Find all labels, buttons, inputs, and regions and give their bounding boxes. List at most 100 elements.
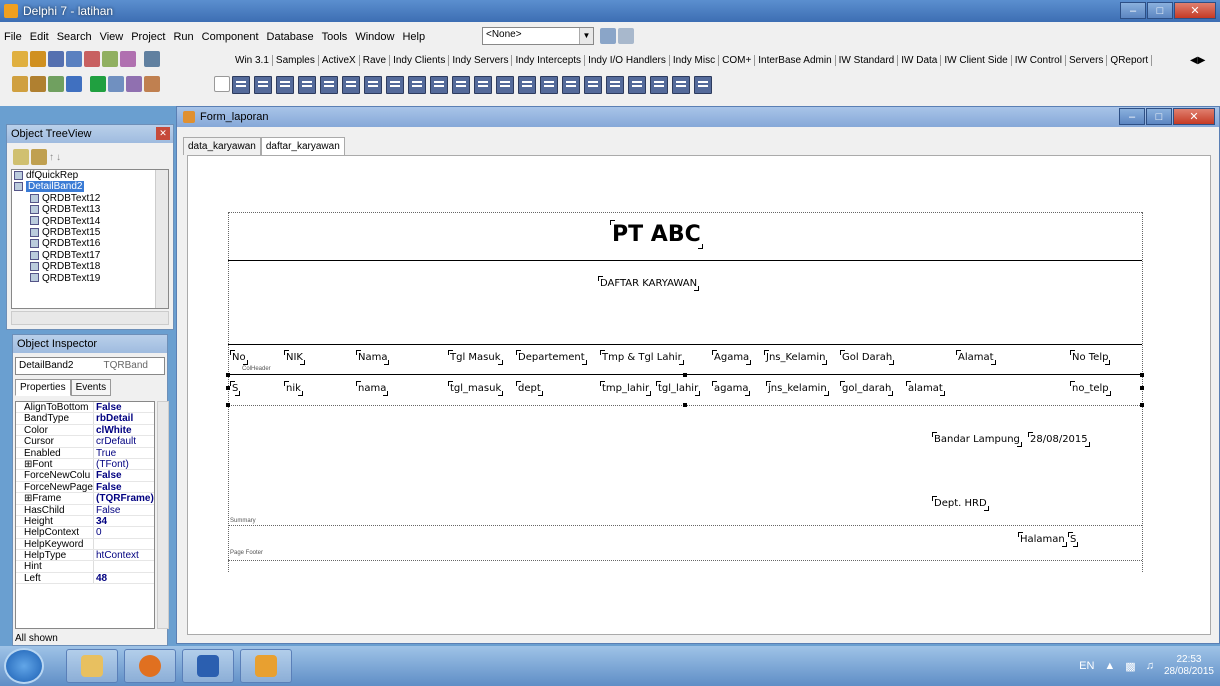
qr-exprmemo-icon[interactable] bbox=[452, 76, 470, 94]
selection-handle[interactable] bbox=[1140, 373, 1144, 377]
property-value[interactable]: 34 bbox=[94, 516, 107, 527]
palette-tab-iw-standard[interactable]: IW Standard bbox=[836, 54, 899, 66]
column-header[interactable]: Jns_Kelamin bbox=[763, 350, 828, 365]
palette-tab-indy-misc[interactable]: Indy Misc bbox=[670, 54, 720, 66]
open-icon[interactable] bbox=[30, 51, 46, 67]
detail-field[interactable]: tgl_masuk bbox=[447, 381, 504, 396]
property-row[interactable]: ⊞Frame (TQRFrame) bbox=[16, 493, 154, 505]
menu-project[interactable]: Project bbox=[127, 31, 169, 43]
qr-textfilter-icon[interactable] bbox=[628, 76, 646, 94]
page-number[interactable]: S bbox=[1067, 532, 1079, 547]
property-value[interactable]: clWhite bbox=[94, 425, 132, 436]
property-value[interactable]: False bbox=[94, 402, 122, 413]
move-up-icon[interactable]: ↑ bbox=[49, 152, 54, 163]
palette-tab-activex[interactable]: ActiveX bbox=[319, 54, 360, 66]
view-unit-icon[interactable] bbox=[12, 76, 28, 92]
qr-csvfilter-icon[interactable] bbox=[650, 76, 668, 94]
tree-node[interactable]: DetailBand2 bbox=[12, 181, 168, 193]
delete-item-icon[interactable] bbox=[31, 149, 47, 165]
taskbar-explorer[interactable] bbox=[66, 649, 118, 683]
save-desktop-icon[interactable] bbox=[600, 28, 616, 44]
detail-field[interactable]: tgl_lahir bbox=[655, 381, 701, 396]
selection-handle[interactable] bbox=[683, 403, 687, 407]
tab-daftar-karyawan[interactable]: daftar_karyawan bbox=[260, 137, 345, 155]
property-row[interactable]: HasChild False bbox=[16, 504, 154, 516]
new-icon[interactable] bbox=[12, 51, 28, 67]
palette-tab-iw-data[interactable]: IW Data bbox=[898, 54, 942, 66]
menu-view[interactable]: View bbox=[96, 31, 128, 43]
save-all-icon[interactable] bbox=[66, 51, 82, 67]
property-value[interactable]: True bbox=[94, 448, 116, 459]
tree-node[interactable]: QRDBText19 bbox=[12, 273, 168, 284]
palette-tab-qreport[interactable]: QReport bbox=[1107, 54, 1153, 66]
tree-scrollbar[interactable] bbox=[155, 170, 168, 308]
taskbar-firefox[interactable] bbox=[124, 649, 176, 683]
language-indicator[interactable]: EN bbox=[1079, 660, 1094, 672]
palette-tab-win-3-1[interactable]: Win 3.1 bbox=[232, 54, 273, 66]
qr-expr-icon[interactable] bbox=[386, 76, 404, 94]
new-item-icon[interactable] bbox=[13, 149, 29, 165]
detail-field[interactable]: tmp_lahir bbox=[599, 381, 652, 396]
clock[interactable]: 22:53 28/08/2015 bbox=[1164, 654, 1214, 678]
column-header[interactable]: Tmp & Tgl Lahir bbox=[600, 350, 684, 365]
property-value[interactable] bbox=[94, 539, 96, 549]
property-row[interactable]: HelpKeyword bbox=[16, 538, 154, 551]
palette-tab-servers[interactable]: Servers bbox=[1066, 54, 1108, 66]
column-header[interactable]: No bbox=[230, 350, 248, 365]
column-header[interactable]: Gol Darah bbox=[839, 350, 895, 365]
menu-help[interactable]: Help bbox=[398, 31, 429, 43]
palette-tab-samples[interactable]: Samples bbox=[273, 54, 319, 66]
show-hidden-icons-icon[interactable]: ▲ bbox=[1104, 660, 1115, 672]
column-header[interactable]: Agama bbox=[711, 350, 752, 365]
detail-field[interactable]: nik bbox=[284, 381, 303, 396]
menu-window[interactable]: Window bbox=[351, 31, 398, 43]
qr-label-icon[interactable] bbox=[342, 76, 360, 94]
qr-dbtext-icon[interactable] bbox=[364, 76, 382, 94]
column-header[interactable]: Alamat bbox=[956, 350, 996, 365]
move-down-icon[interactable]: ↓ bbox=[56, 152, 61, 163]
open-project-icon[interactable] bbox=[84, 51, 100, 67]
form-close-button[interactable]: ✕ bbox=[1173, 108, 1215, 125]
close-button[interactable]: ✕ bbox=[1174, 2, 1216, 19]
property-value[interactable]: (TFont) bbox=[94, 459, 129, 470]
property-row[interactable]: HelpContext 0 bbox=[16, 527, 154, 539]
detail-field[interactable]: no_telp bbox=[1070, 381, 1111, 396]
property-value[interactable]: htContext bbox=[94, 550, 139, 561]
form-maximize-button[interactable]: □ bbox=[1146, 108, 1172, 125]
property-row[interactable]: ForceNewColu False bbox=[16, 470, 154, 482]
qr-sysdata-icon[interactable] bbox=[408, 76, 426, 94]
tree-node[interactable]: dfQuickRep bbox=[12, 170, 168, 181]
close-icon[interactable]: ✕ bbox=[156, 127, 170, 140]
qr-richtext-icon[interactable] bbox=[474, 76, 492, 94]
column-header[interactable]: Nama bbox=[355, 350, 391, 365]
detail-field[interactable]: alamat bbox=[906, 381, 945, 396]
property-value[interactable]: 48 bbox=[94, 573, 107, 584]
minimize-button[interactable]: – bbox=[1120, 2, 1146, 19]
tree-node[interactable]: QRDBText12 bbox=[12, 193, 168, 204]
property-row[interactable]: HelpType htContext bbox=[16, 550, 154, 562]
network-icon[interactable]: ▩ bbox=[1125, 660, 1135, 673]
property-grid-scrollbar[interactable] bbox=[157, 401, 169, 629]
selection-handle[interactable] bbox=[226, 386, 230, 390]
menu-file[interactable]: File bbox=[0, 31, 26, 43]
palette-tab-indy-clients[interactable]: Indy Clients bbox=[390, 54, 450, 66]
property-value[interactable]: False bbox=[94, 470, 122, 481]
palette-scroll-arrows-icon[interactable]: ◀▶ bbox=[1190, 55, 1205, 66]
palette-tab-indy-i-o-handlers[interactable]: Indy I/O Handlers bbox=[585, 54, 670, 66]
start-button[interactable] bbox=[4, 648, 44, 684]
add-file-icon[interactable] bbox=[102, 51, 118, 67]
qr-preview-icon[interactable] bbox=[606, 76, 624, 94]
chevron-down-icon[interactable]: ▼ bbox=[579, 28, 593, 44]
qr-memo-icon[interactable] bbox=[430, 76, 448, 94]
halaman-label[interactable]: Halaman bbox=[1018, 532, 1067, 547]
detail-field[interactable]: agama bbox=[711, 381, 752, 396]
tree-node[interactable]: QRDBText13 bbox=[12, 204, 168, 215]
menu-run[interactable]: Run bbox=[169, 31, 197, 43]
qr-composite-icon[interactable] bbox=[584, 76, 602, 94]
column-header[interactable]: Tgl Masuk bbox=[448, 350, 503, 365]
qr-band-icon[interactable] bbox=[232, 76, 250, 94]
column-header[interactable]: No Telp bbox=[1069, 350, 1111, 365]
property-row[interactable]: Cursor crDefault bbox=[16, 436, 154, 448]
tree-node[interactable]: QRDBText15 bbox=[12, 227, 168, 238]
column-header[interactable]: NIK bbox=[284, 350, 305, 365]
